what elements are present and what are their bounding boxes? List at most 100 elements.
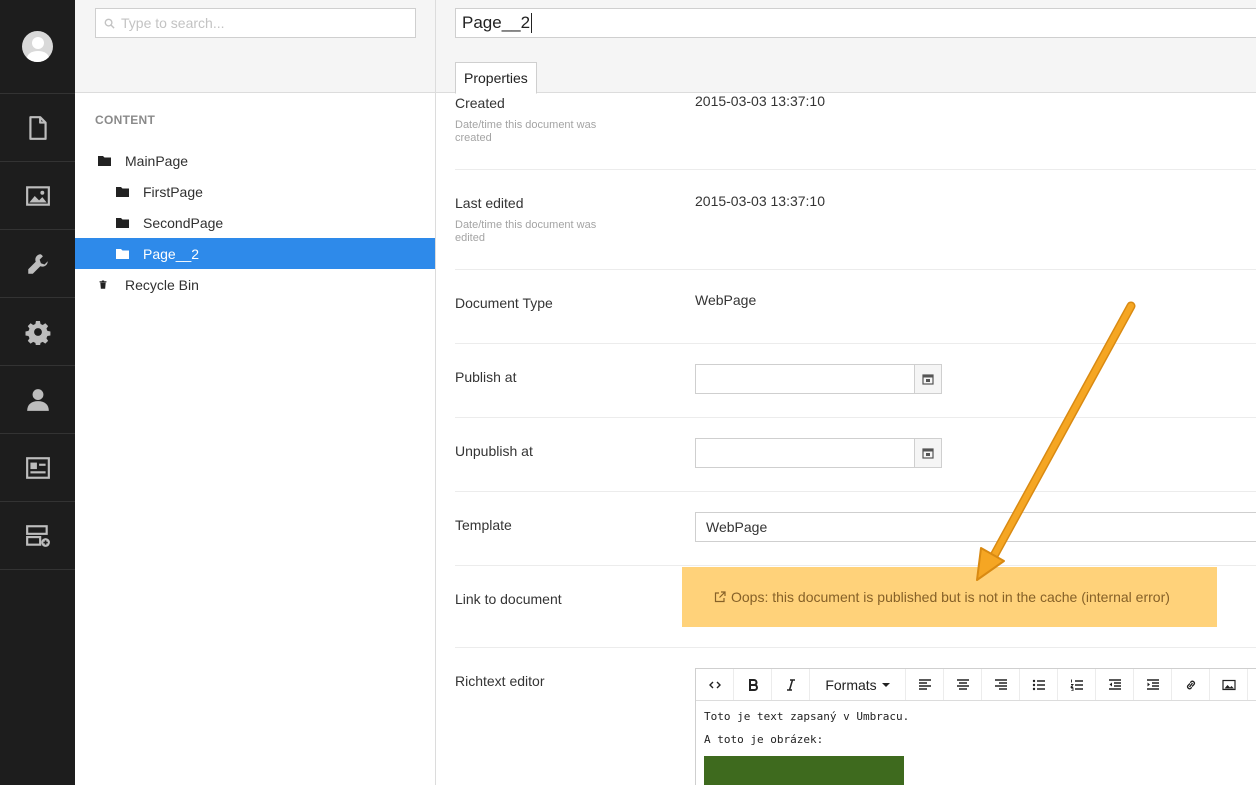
prop-value: WebPage bbox=[695, 292, 757, 308]
numbered-list-icon bbox=[1069, 679, 1083, 691]
tree-item-mainpage[interactable]: MainPage bbox=[75, 145, 435, 176]
tree-item-label: SecondPage bbox=[143, 214, 224, 231]
italic-icon bbox=[786, 678, 795, 691]
align-center-icon bbox=[956, 678, 969, 690]
outdent-button[interactable] bbox=[1096, 669, 1134, 700]
unpublish-at-calendar-button[interactable] bbox=[914, 439, 941, 467]
prop-label: Publish at bbox=[455, 369, 517, 385]
folder-icon bbox=[116, 187, 129, 197]
folder-icon bbox=[116, 249, 129, 259]
tree-item-label: MainPage bbox=[125, 152, 189, 169]
prop-label: Last edited bbox=[455, 195, 524, 211]
user-avatar-area bbox=[0, 0, 75, 94]
richtext-paragraph: A toto je obrázek: bbox=[704, 733, 824, 746]
indent-icon bbox=[1146, 678, 1159, 690]
align-right-button[interactable] bbox=[982, 669, 1020, 700]
richtext-content[interactable]: Toto je text zapsaný v Umbracu. A toto j… bbox=[696, 701, 1256, 785]
bold-button[interactable] bbox=[734, 669, 772, 700]
text-caret bbox=[531, 13, 533, 33]
prop-label: Created bbox=[455, 95, 505, 111]
tree-item-secondpage[interactable]: SecondPage bbox=[75, 207, 435, 238]
template-select[interactable]: WebPage bbox=[695, 512, 1256, 542]
tab-properties[interactable]: Properties bbox=[455, 62, 537, 94]
calendar-icon bbox=[922, 448, 934, 459]
content-editor: Page__2 Properties Created Date/time thi… bbox=[436, 0, 1256, 785]
image-icon bbox=[1221, 679, 1236, 690]
editor-header: Page__2 Properties bbox=[436, 0, 1256, 94]
chevron-down-icon bbox=[881, 682, 890, 687]
app-sidebar bbox=[0, 0, 75, 785]
search-icon bbox=[104, 18, 115, 29]
link-icon bbox=[1186, 680, 1195, 689]
tree-item-label: Recycle Bin bbox=[125, 276, 199, 293]
prop-created: Created Date/time this document was crea… bbox=[455, 93, 1256, 170]
formats-dropdown[interactable]: Formats bbox=[810, 669, 906, 700]
prop-label: Template bbox=[455, 517, 512, 533]
align-right-icon bbox=[994, 678, 1007, 690]
avatar[interactable] bbox=[22, 31, 53, 62]
richtext-paragraph: Toto je text zapsaný v Umbracu. bbox=[704, 710, 910, 723]
link-button[interactable] bbox=[1172, 669, 1210, 700]
formats-label: Formats bbox=[825, 676, 877, 693]
folder-icon bbox=[98, 156, 111, 166]
tree-item-firstpage[interactable]: FirstPage bbox=[75, 176, 435, 207]
prop-label: Richtext editor bbox=[455, 673, 545, 689]
content-tree-panel: CONTENT MainPage FirstPage SecondPage Pa… bbox=[75, 0, 436, 785]
tree-header bbox=[75, 0, 435, 93]
nav-developer[interactable] bbox=[0, 298, 75, 366]
nav-members[interactable] bbox=[0, 434, 75, 502]
publish-at-input[interactable] bbox=[696, 365, 914, 393]
publish-at-calendar-button[interactable] bbox=[914, 365, 941, 393]
external-link-icon bbox=[714, 591, 726, 603]
tree-item-label: Page__2 bbox=[143, 245, 200, 262]
document-name-input[interactable]: Page__2 bbox=[455, 8, 1256, 38]
italic-button[interactable] bbox=[772, 669, 810, 700]
search-box[interactable] bbox=[95, 8, 416, 38]
outdent-icon bbox=[1108, 678, 1121, 690]
gear-icon bbox=[24, 320, 50, 345]
calendar-icon bbox=[922, 374, 934, 385]
folder-icon bbox=[116, 218, 129, 228]
wrench-icon bbox=[27, 253, 48, 274]
prop-label: Unpublish at bbox=[455, 443, 533, 459]
tree-list: MainPage FirstPage SecondPage Page__2 Re… bbox=[75, 145, 435, 300]
insert-image-button[interactable] bbox=[1210, 669, 1248, 700]
image-icon bbox=[25, 185, 50, 206]
numbered-list-button[interactable] bbox=[1058, 669, 1096, 700]
bold-icon bbox=[748, 678, 758, 691]
tree-item-recycle-bin[interactable]: Recycle Bin bbox=[75, 269, 435, 300]
prop-link-to-document: Link to document Oops: this document is … bbox=[455, 566, 1256, 648]
indent-button[interactable] bbox=[1134, 669, 1172, 700]
trash-icon bbox=[99, 280, 107, 289]
bullet-list-icon bbox=[1032, 679, 1045, 690]
prop-value: 2015-03-03 13:37:10 bbox=[695, 193, 825, 209]
unpublish-at-input[interactable] bbox=[696, 439, 914, 467]
search-input[interactable] bbox=[121, 15, 401, 31]
tree-item-page-2[interactable]: Page__2 bbox=[75, 238, 435, 269]
document-name-value: Page__2 bbox=[462, 13, 531, 32]
nav-users[interactable] bbox=[0, 366, 75, 434]
tree-item-label: FirstPage bbox=[143, 183, 203, 200]
source-code-button[interactable] bbox=[696, 669, 734, 700]
publish-at-datepicker bbox=[695, 364, 942, 394]
nav-media[interactable] bbox=[0, 162, 75, 230]
prop-description: Date/time this document was created bbox=[455, 119, 597, 144]
prop-template: Template WebPage bbox=[455, 492, 1256, 566]
tree-section-title: CONTENT bbox=[95, 113, 156, 127]
richtext-toolbar: Formats bbox=[696, 669, 1256, 701]
prop-document-type: Document Type WebPage bbox=[455, 270, 1256, 344]
bullet-list-button[interactable] bbox=[1020, 669, 1058, 700]
nav-content[interactable] bbox=[0, 94, 75, 162]
prop-value: 2015-03-03 13:37:10 bbox=[695, 93, 825, 109]
embedded-image[interactable] bbox=[704, 756, 904, 785]
richtext-editor: Formats Toto je text zapsaný v Umbracu. … bbox=[695, 668, 1256, 785]
prop-publish-at: Publish at bbox=[455, 344, 1256, 418]
prop-description: Date/time this document was edited bbox=[455, 219, 597, 244]
nav-forms[interactable] bbox=[0, 502, 75, 570]
prop-label: Link to document bbox=[455, 591, 562, 607]
align-left-button[interactable] bbox=[906, 669, 944, 700]
align-center-button[interactable] bbox=[944, 669, 982, 700]
nav-settings[interactable] bbox=[0, 230, 75, 298]
unpublish-at-datepicker bbox=[695, 438, 942, 468]
cache-warning-alert: Oops: this document is published but is … bbox=[682, 567, 1217, 627]
